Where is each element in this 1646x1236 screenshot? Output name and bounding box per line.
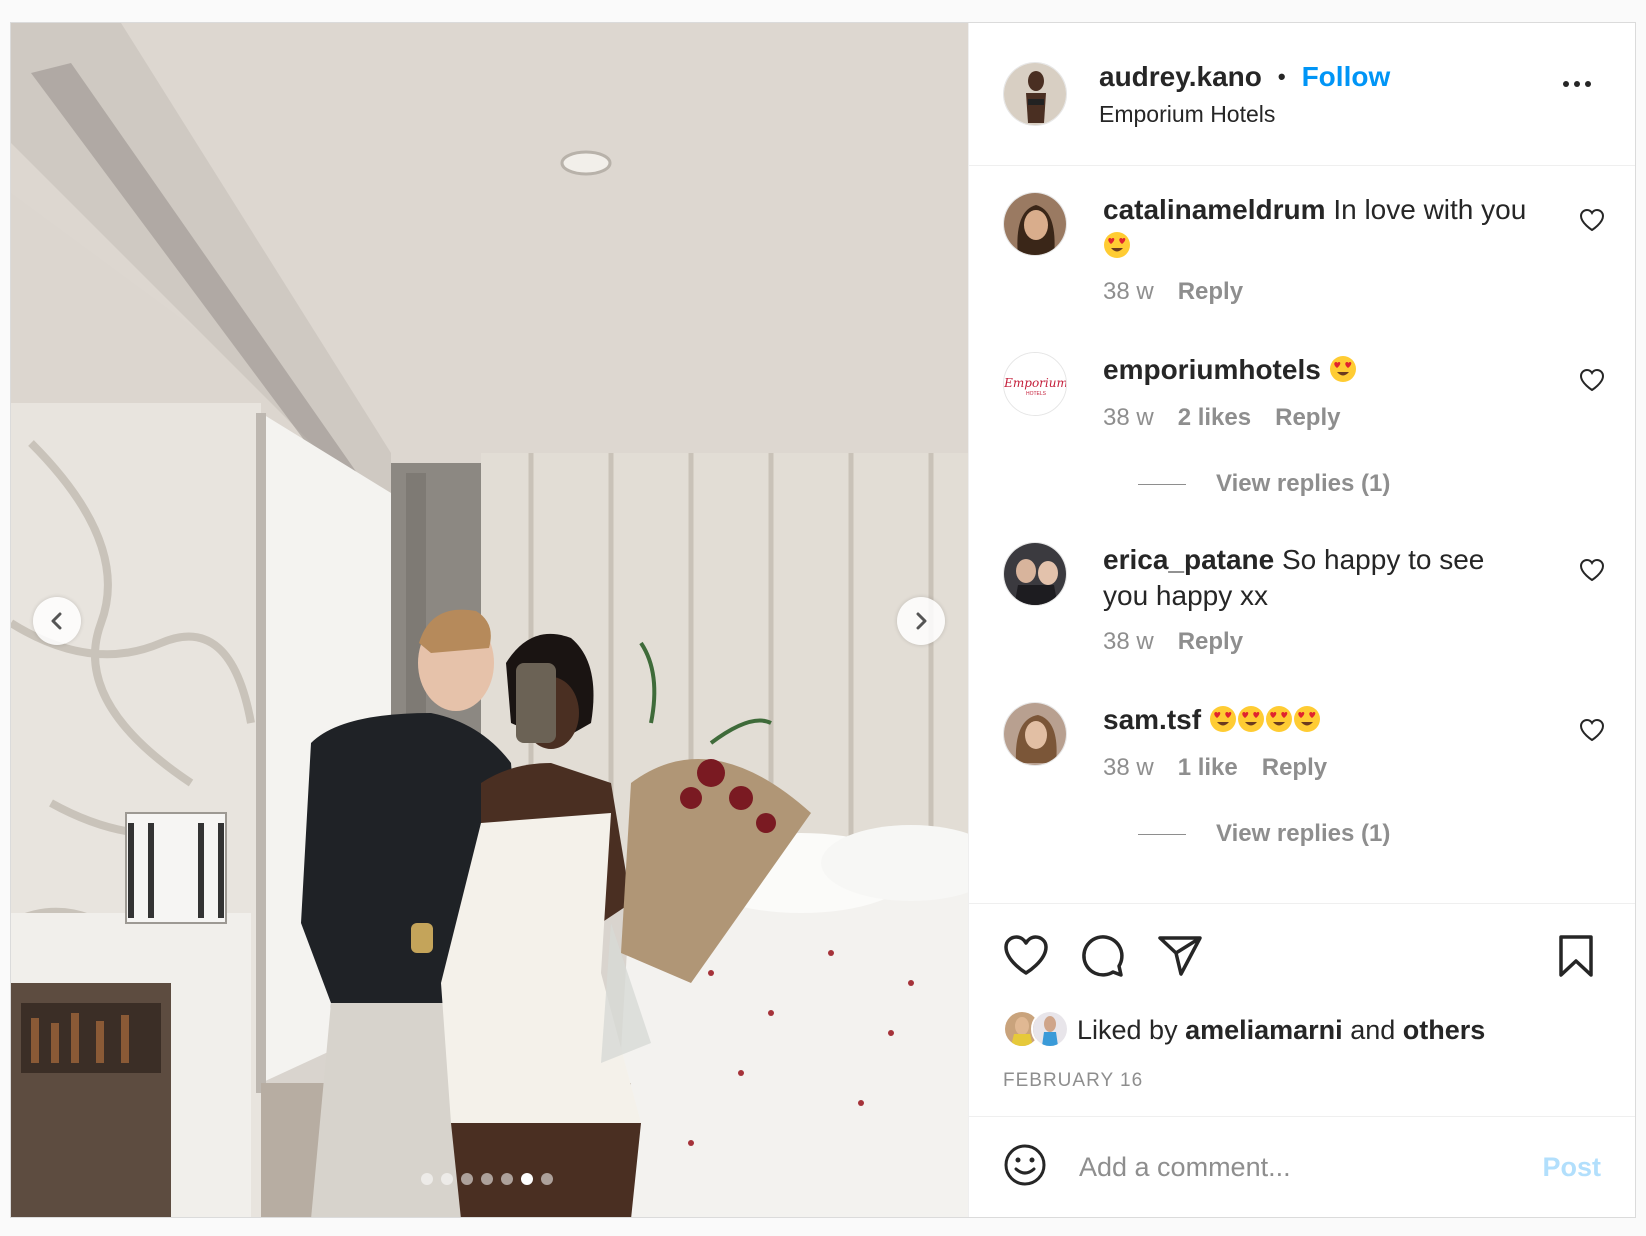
add-comment-bar: Post [969,1116,1635,1217]
heart-icon [1579,558,1605,582]
commenter-avatar[interactable] [1003,542,1067,606]
carousel-prev-button[interactable] [33,597,81,645]
heart-icon [1579,208,1605,232]
commenter-avatar[interactable]: Emporium HOTELS [1003,352,1067,416]
comment-like-button[interactable] [1579,208,1605,237]
comment-username[interactable]: erica_patane [1103,544,1274,575]
comment-text: In love with you [1333,194,1527,225]
carousel-dot [481,1173,493,1185]
svg-text:HOTELS: HOTELS [1026,391,1047,397]
comment-likes-count[interactable]: 1 like [1178,754,1238,782]
header-separator: • [1277,63,1286,89]
comment-item: sam.tsf 38 w 1 like Reply View replies (… [1003,702,1605,862]
post-comment-button[interactable]: Post [1542,1152,1601,1183]
comment-username[interactable]: sam.tsf [1103,704,1201,735]
comment-item: Emporium HOTELS emporiumhotels 38 w 2 li… [1003,352,1605,512]
post-header: audrey.kano • Follow Emporium Hotels [969,23,1635,166]
heart-eyes-emoji [1237,706,1264,732]
comment-time[interactable]: 38 w [1103,628,1154,656]
save-button[interactable] [1557,934,1595,983]
like-button[interactable] [1003,934,1049,981]
carousel-next-button[interactable] [897,597,945,645]
comment-likes-count[interactable]: 2 likes [1178,404,1251,432]
comment-like-button[interactable] [1579,368,1605,397]
carousel-dot [461,1173,473,1185]
heart-eyes-emoji [1104,232,1130,258]
smiley-icon [1004,1144,1046,1185]
commenter-avatar[interactable] [1003,192,1067,256]
carousel-dot [421,1173,433,1185]
heart-icon [1579,368,1605,392]
comment-username[interactable]: emporiumhotels [1103,354,1321,385]
comment-username[interactable]: catalinameldrum [1103,194,1326,225]
share-button[interactable] [1157,934,1203,981]
reply-button[interactable]: Reply [1275,404,1340,432]
bookmark-icon [1559,935,1593,977]
comment-time[interactable]: 38 w [1103,404,1154,432]
reply-button[interactable]: Reply [1178,628,1243,656]
likes-others-link[interactable]: others [1403,1015,1486,1046]
heart-eyes-emoji [1209,706,1236,732]
post-location[interactable]: Emporium Hotels [1099,101,1390,128]
comment-item: erica_patane So happy to see you happy x… [1003,542,1605,672]
emoji-group [1103,230,1131,261]
heart-icon [1004,935,1048,975]
photo-image [11,23,968,1217]
emporium-logo: Emporium HOTELS [1004,353,1067,415]
comment-item: catalinameldrum In love with you 38 w Re… [1003,192,1605,322]
author-avatar[interactable] [1003,62,1067,126]
chevron-left-icon [51,612,62,630]
comment-input[interactable] [1077,1150,1543,1184]
view-replies-button[interactable]: View replies (1) [1138,820,1390,848]
post-side-panel: audrey.kano • Follow Emporium Hotels cat… [968,23,1635,1217]
comment-button[interactable] [1081,934,1125,983]
liker-avatar[interactable] [1031,1010,1069,1048]
carousel-dot [521,1173,533,1185]
author-username[interactable]: audrey.kano [1099,61,1262,93]
comment-like-button[interactable] [1579,558,1605,587]
carousel-dot [541,1173,553,1185]
post-dialog: audrey.kano • Follow Emporium Hotels cat… [10,22,1636,1218]
comment-time[interactable]: 38 w [1103,278,1154,306]
emoji-picker-button[interactable] [1003,1143,1047,1192]
comment-like-button[interactable] [1579,718,1605,747]
reply-button[interactable]: Reply [1262,754,1327,782]
follow-button[interactable]: Follow [1302,61,1391,93]
svg-text:Emporium: Emporium [1004,376,1067,390]
likes-summary: Liked by ameliamarni and others [1003,1010,1485,1050]
more-options-button[interactable] [1563,81,1591,87]
reply-button[interactable]: Reply [1178,278,1243,306]
comment-icon [1082,935,1124,977]
commenter-avatar[interactable] [1003,702,1067,766]
emoji-group [1209,704,1321,735]
post-date[interactable]: FEBRUARY 16 [1003,1070,1143,1092]
heart-icon [1579,718,1605,742]
heart-eyes-emoji [1329,356,1356,382]
carousel-dot [441,1173,453,1185]
heart-eyes-emoji [1265,706,1292,732]
share-icon [1158,936,1202,976]
emoji-group [1329,354,1357,385]
comments-list[interactable]: catalinameldrum In love with you 38 w Re… [969,166,1635,903]
more-icon [1563,81,1569,87]
view-replies-button[interactable]: View replies (1) [1138,470,1390,498]
chevron-right-icon [916,612,927,630]
comment-time[interactable]: 38 w [1103,754,1154,782]
post-photo[interactable] [11,23,968,1217]
carousel-dot [501,1173,513,1185]
carousel-indicator [421,1173,553,1185]
heart-eyes-emoji [1293,706,1320,732]
post-actions: Liked by ameliamarni and others FEBRUARY… [969,903,1635,1116]
liker-username[interactable]: ameliamarni [1185,1015,1343,1046]
